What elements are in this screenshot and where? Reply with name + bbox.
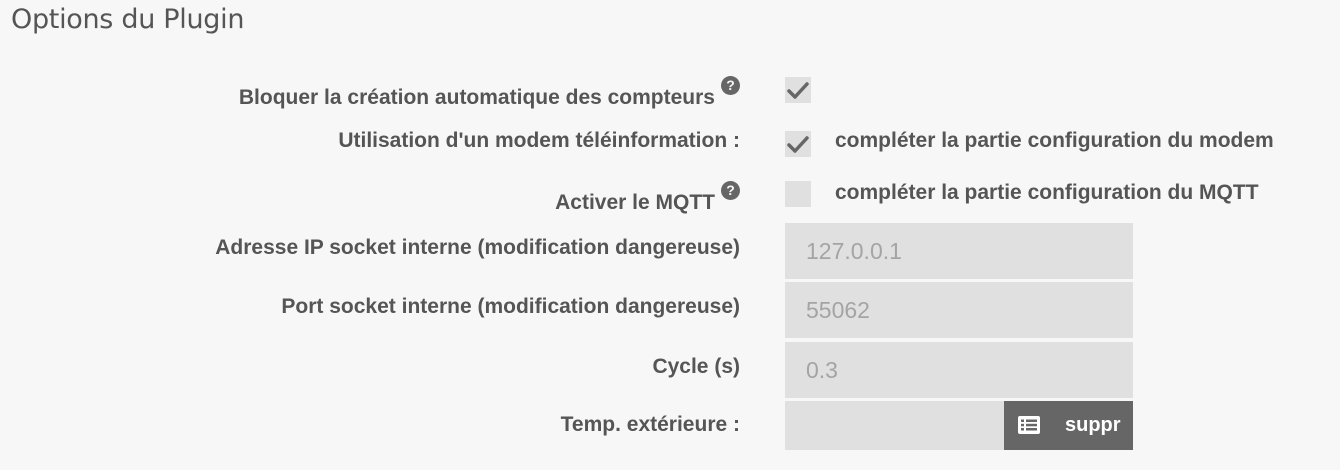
block-counters-label-text: Bloquer la création automatique des comp… <box>238 86 715 109</box>
section-title: Options du Plugin <box>11 4 245 35</box>
help-icon[interactable]: ? <box>721 181 740 200</box>
modem-checkbox[interactable] <box>785 131 811 157</box>
option-label-mqtt: Activer le MQTT? <box>555 181 740 215</box>
temp-ext-input[interactable] <box>785 401 1004 450</box>
suppr-button-label: suppr <box>1065 414 1121 436</box>
mqtt-label-text: Activer le MQTT <box>555 191 715 214</box>
suppr-button[interactable]: suppr <box>1004 401 1133 450</box>
cycle-input[interactable]: 0.3 <box>785 342 1133 398</box>
option-label-socket-ip: Adresse IP socket interne (modification … <box>215 236 740 259</box>
modem-hint: compléter la partie configuration du mod… <box>835 129 1274 152</box>
socket-ip-input[interactable]: 127.0.0.1 <box>785 223 1133 279</box>
block-counters-checkbox[interactable] <box>785 77 811 103</box>
option-label-block-counters: Bloquer la création automatique des comp… <box>239 76 740 110</box>
checkmark-icon <box>787 136 809 153</box>
option-label-temp-ext: Temp. extérieure : <box>560 413 740 436</box>
option-label-cycle: Cycle (s) <box>652 355 740 378</box>
socket-port-input[interactable]: 55062 <box>785 282 1133 338</box>
mqtt-hint: compléter la partie configuration du MQT… <box>835 181 1259 204</box>
option-label-modem: Utilisation d'un modem téléinformation : <box>338 129 740 152</box>
mqtt-checkbox[interactable] <box>785 181 811 207</box>
option-label-socket-port: Port socket interne (modification danger… <box>281 295 740 318</box>
list-icon <box>1018 416 1040 434</box>
help-icon[interactable]: ? <box>721 76 740 95</box>
checkmark-icon <box>787 82 809 99</box>
